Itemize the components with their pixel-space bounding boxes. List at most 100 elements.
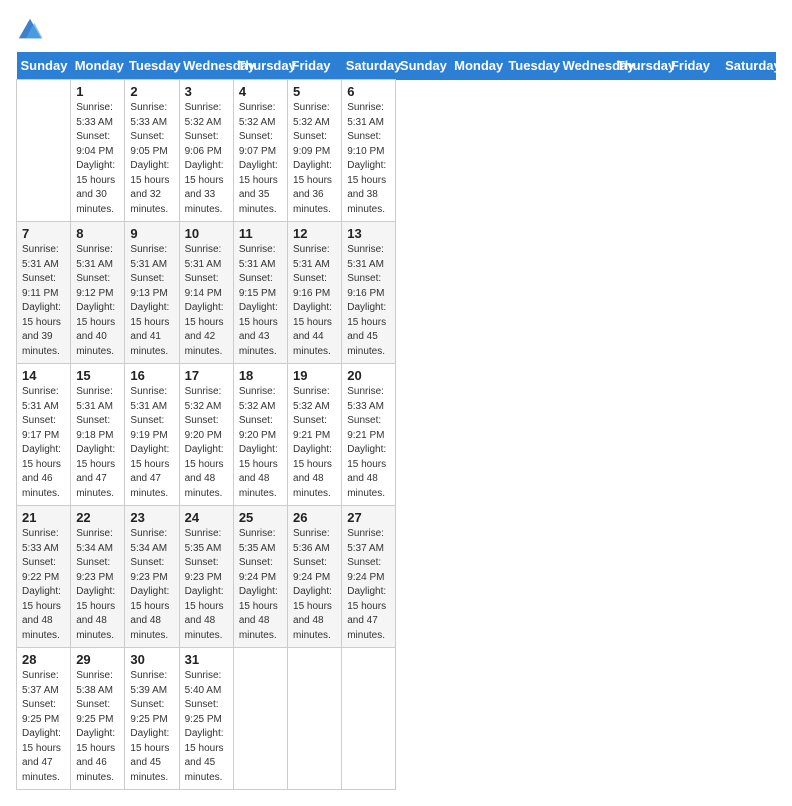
calendar-cell: 2 Sunrise: 5:33 AM Sunset: 9:05 PM Daylig… xyxy=(125,80,179,222)
day-number: 10 xyxy=(185,226,228,241)
day-number: 21 xyxy=(22,510,65,525)
calendar-week-row: 7 Sunrise: 5:31 AM Sunset: 9:11 PM Daylig… xyxy=(17,222,776,364)
logo-icon xyxy=(16,16,44,44)
day-header-thursday: Thursday xyxy=(233,52,287,80)
day-number: 16 xyxy=(130,368,173,383)
calendar-cell: 3Sunrise: 5:32 AM Sunset: 9:06 PM Daylig… xyxy=(179,80,233,222)
cell-info: Sunrise: 5:32 AM Sunset: 9:06 PM Dayligh… xyxy=(185,101,228,217)
calendar-cell: 31 Sunrise: 5:40 AM Sunset: 9:25 PM Dayli… xyxy=(179,648,233,790)
cell-info: Sunrise: 5:32 AM Sunset: 9:07 PM Dayligh… xyxy=(239,101,282,217)
cell-info: Sunrise: 5:31 AM Sunset: 9:19 PM Dayligh… xyxy=(130,385,173,501)
calendar-cell: 12 Sunrise: 5:31 AM Sunset: 9:16 PM Dayli… xyxy=(288,222,342,364)
cell-info: Sunrise: 5:31 AM Sunset: 9:14 PM Dayligh… xyxy=(185,243,228,359)
calendar-cell: 19 Sunrise: 5:32 AM Sunset: 9:21 PM Dayli… xyxy=(288,364,342,506)
cell-info: Sunrise: 5:32 AM Sunset: 9:20 PM Dayligh… xyxy=(185,385,228,501)
day-header-monday: Monday xyxy=(450,52,504,80)
calendar-cell: 24 Sunrise: 5:35 AM Sunset: 9:23 PM Dayli… xyxy=(179,506,233,648)
day-number: 27 xyxy=(347,510,390,525)
day-number: 18 xyxy=(239,368,282,383)
calendar-cell xyxy=(233,648,287,790)
calendar-week-row: 14 Sunrise: 5:31 AM Sunset: 9:17 PM Dayli… xyxy=(17,364,776,506)
calendar-header-row: SundayMondayTuesdayWednesdayThursdayFrid… xyxy=(17,52,776,80)
calendar-cell: 22 Sunrise: 5:34 AM Sunset: 9:23 PM Dayli… xyxy=(71,506,125,648)
day-number: 20 xyxy=(347,368,390,383)
cell-info: Sunrise: 5:33 AM Sunset: 9:21 PM Dayligh… xyxy=(347,385,390,501)
calendar-cell: 20 Sunrise: 5:33 AM Sunset: 9:21 PM Dayli… xyxy=(342,364,396,506)
calendar-cell: 21Sunrise: 5:33 AM Sunset: 9:22 PM Dayli… xyxy=(17,506,71,648)
cell-info: Sunrise: 5:35 AM Sunset: 9:24 PM Dayligh… xyxy=(239,527,282,643)
day-number: 8 xyxy=(76,226,119,241)
day-number: 23 xyxy=(130,510,173,525)
cell-info: Sunrise: 5:37 AM Sunset: 9:25 PM Dayligh… xyxy=(22,669,65,785)
calendar-week-row: 28Sunrise: 5:37 AM Sunset: 9:25 PM Dayli… xyxy=(17,648,776,790)
day-number: 13 xyxy=(347,226,390,241)
day-header-wednesday: Wednesday xyxy=(559,52,613,80)
day-number: 30 xyxy=(130,652,173,667)
day-number: 17 xyxy=(185,368,228,383)
calendar-cell: 23 Sunrise: 5:34 AM Sunset: 9:23 PM Dayli… xyxy=(125,506,179,648)
cell-info: Sunrise: 5:31 AM Sunset: 9:16 PM Dayligh… xyxy=(347,243,390,359)
day-header-tuesday: Tuesday xyxy=(504,52,558,80)
cell-info: Sunrise: 5:31 AM Sunset: 9:13 PM Dayligh… xyxy=(130,243,173,359)
day-number: 22 xyxy=(76,510,119,525)
calendar-cell: 11Sunrise: 5:31 AM Sunset: 9:15 PM Dayli… xyxy=(233,222,287,364)
day-header-wednesday: Wednesday xyxy=(179,52,233,80)
cell-info: Sunrise: 5:32 AM Sunset: 9:21 PM Dayligh… xyxy=(293,385,336,501)
calendar-cell: 13 Sunrise: 5:31 AM Sunset: 9:16 PM Dayli… xyxy=(342,222,396,364)
cell-info: Sunrise: 5:32 AM Sunset: 9:20 PM Dayligh… xyxy=(239,385,282,501)
calendar-cell: 1 Sunrise: 5:33 AM Sunset: 9:04 PM Daylig… xyxy=(71,80,125,222)
calendar-cell: 26Sunrise: 5:36 AM Sunset: 9:24 PM Dayli… xyxy=(288,506,342,648)
calendar-cell: 16 Sunrise: 5:31 AM Sunset: 9:19 PM Dayli… xyxy=(125,364,179,506)
calendar-week-row: 1 Sunrise: 5:33 AM Sunset: 9:04 PM Daylig… xyxy=(17,80,776,222)
day-number: 29 xyxy=(76,652,119,667)
cell-info: Sunrise: 5:33 AM Sunset: 9:05 PM Dayligh… xyxy=(130,101,173,217)
calendar-table: SundayMondayTuesdayWednesdayThursdayFrid… xyxy=(16,52,776,790)
day-number: 14 xyxy=(22,368,65,383)
day-header-saturday: Saturday xyxy=(721,52,775,80)
cell-info: Sunrise: 5:31 AM Sunset: 9:18 PM Dayligh… xyxy=(76,385,119,501)
calendar-cell: 8Sunrise: 5:31 AM Sunset: 9:12 PM Daylig… xyxy=(71,222,125,364)
day-number: 4 xyxy=(239,84,282,99)
day-header-sunday: Sunday xyxy=(17,52,71,80)
day-number: 9 xyxy=(130,226,173,241)
cell-info: Sunrise: 5:39 AM Sunset: 9:25 PM Dayligh… xyxy=(130,669,173,785)
day-number: 7 xyxy=(22,226,65,241)
day-number: 12 xyxy=(293,226,336,241)
calendar-cell: 27 Sunrise: 5:37 AM Sunset: 9:24 PM Dayli… xyxy=(342,506,396,648)
cell-info: Sunrise: 5:34 AM Sunset: 9:23 PM Dayligh… xyxy=(130,527,173,643)
cell-info: Sunrise: 5:32 AM Sunset: 9:09 PM Dayligh… xyxy=(293,101,336,217)
calendar-cell: 5Sunrise: 5:32 AM Sunset: 9:09 PM Daylig… xyxy=(288,80,342,222)
cell-info: Sunrise: 5:31 AM Sunset: 9:10 PM Dayligh… xyxy=(347,101,390,217)
day-number: 24 xyxy=(185,510,228,525)
day-number: 31 xyxy=(185,652,228,667)
day-number: 6 xyxy=(347,84,390,99)
day-number: 19 xyxy=(293,368,336,383)
calendar-cell: 30 Sunrise: 5:39 AM Sunset: 9:25 PM Dayli… xyxy=(125,648,179,790)
day-header-friday: Friday xyxy=(667,52,721,80)
cell-info: Sunrise: 5:40 AM Sunset: 9:25 PM Dayligh… xyxy=(185,669,228,785)
day-header-tuesday: Tuesday xyxy=(125,52,179,80)
calendar-cell xyxy=(17,80,71,222)
cell-info: Sunrise: 5:35 AM Sunset: 9:23 PM Dayligh… xyxy=(185,527,228,643)
calendar-cell: 29Sunrise: 5:38 AM Sunset: 9:25 PM Dayli… xyxy=(71,648,125,790)
calendar-cell: 6 Sunrise: 5:31 AM Sunset: 9:10 PM Daylig… xyxy=(342,80,396,222)
day-header-sunday: Sunday xyxy=(396,52,450,80)
day-number: 15 xyxy=(76,368,119,383)
cell-info: Sunrise: 5:31 AM Sunset: 9:16 PM Dayligh… xyxy=(293,243,336,359)
day-number: 26 xyxy=(293,510,336,525)
calendar-cell: 10 Sunrise: 5:31 AM Sunset: 9:14 PM Dayli… xyxy=(179,222,233,364)
day-number: 2 xyxy=(130,84,173,99)
calendar-week-row: 21Sunrise: 5:33 AM Sunset: 9:22 PM Dayli… xyxy=(17,506,776,648)
calendar-cell: 18 Sunrise: 5:32 AM Sunset: 9:20 PM Dayli… xyxy=(233,364,287,506)
cell-info: Sunrise: 5:33 AM Sunset: 9:04 PM Dayligh… xyxy=(76,101,119,217)
calendar-cell: 28Sunrise: 5:37 AM Sunset: 9:25 PM Dayli… xyxy=(17,648,71,790)
day-number: 1 xyxy=(76,84,119,99)
cell-info: Sunrise: 5:34 AM Sunset: 9:23 PM Dayligh… xyxy=(76,527,119,643)
day-number: 25 xyxy=(239,510,282,525)
calendar-cell: 4 Sunrise: 5:32 AM Sunset: 9:07 PM Daylig… xyxy=(233,80,287,222)
cell-info: Sunrise: 5:37 AM Sunset: 9:24 PM Dayligh… xyxy=(347,527,390,643)
calendar-cell xyxy=(288,648,342,790)
calendar-cell xyxy=(342,648,396,790)
cell-info: Sunrise: 5:31 AM Sunset: 9:17 PM Dayligh… xyxy=(22,385,65,501)
cell-info: Sunrise: 5:31 AM Sunset: 9:11 PM Dayligh… xyxy=(22,243,65,359)
